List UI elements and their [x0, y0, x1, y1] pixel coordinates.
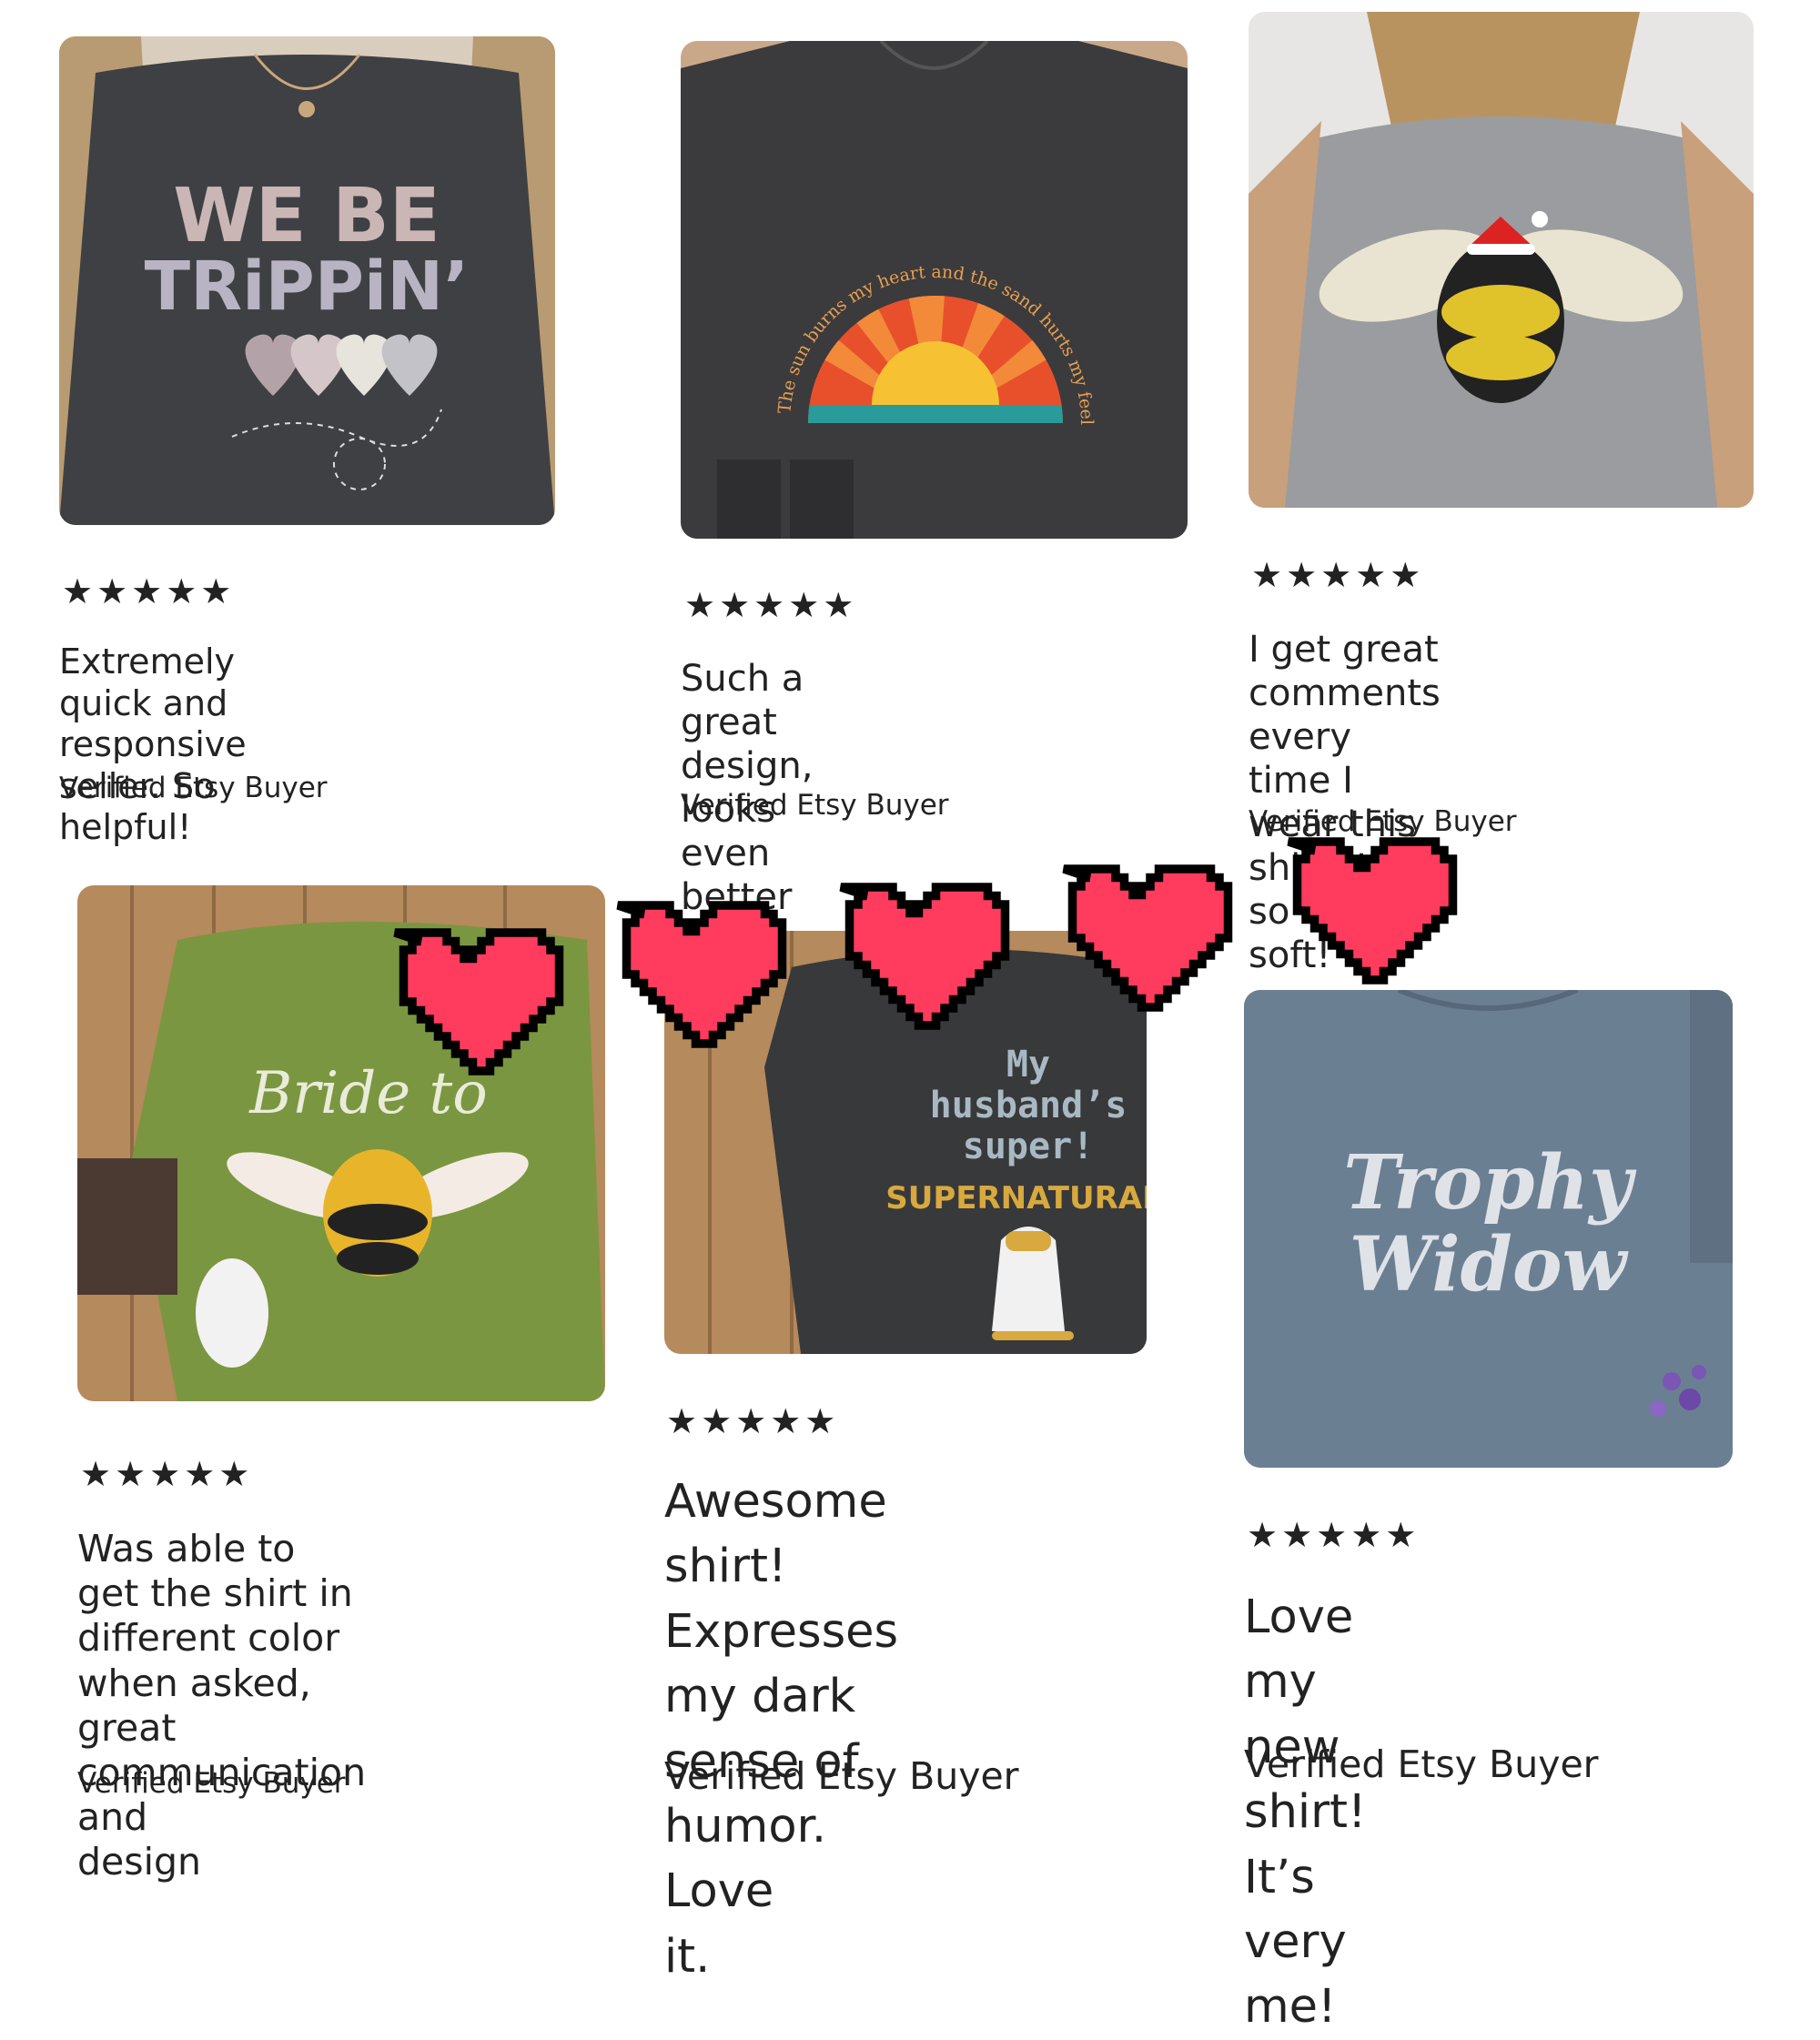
we-be-trippin-shirt-image: WE BE TRiPPiN’: [59, 36, 555, 525]
rating-stars: ★★★★★: [666, 1401, 840, 1441]
review-text: Was able to get the shirt in different c…: [77, 1527, 367, 1884]
review-text: Awesome shirt! Expresses my dark sense o…: [664, 1475, 899, 1984]
rating-stars: ★★★★★: [80, 1454, 254, 1494]
svg-text:My: My: [1006, 1044, 1050, 1086]
svg-text:husband’s: husband’s: [930, 1085, 1127, 1126]
svg-text:Trophy: Trophy: [1343, 1139, 1637, 1227]
buyer-label: Verified Etsy Buyer: [664, 1754, 1019, 1798]
product-photo[interactable]: Bride to: [77, 885, 605, 1401]
buyer-label: Verified Etsy Buyer: [77, 1767, 346, 1800]
svg-text:WE BE: WE BE: [173, 173, 440, 259]
product-photo[interactable]: My husband’s super! SUPERNATURAL: [664, 931, 1147, 1354]
buyer-label: Verified Etsy Buyer: [59, 772, 328, 804]
rating-stars: ★★★★★: [1247, 1515, 1421, 1555]
review-text: I get great comments every time I wear t…: [1249, 629, 1441, 976]
svg-text:TRiPPiN’: TRiPPiN’: [145, 247, 470, 326]
rating-stars: ★★★★★: [684, 585, 858, 625]
buyer-label: Verified Etsy Buyer: [1244, 1742, 1599, 1786]
christmas-bee-shirt-image: [1249, 12, 1754, 508]
product-photo[interactable]: [1249, 12, 1754, 508]
rating-stars: ★★★★★: [62, 571, 236, 611]
trophy-widow-shirt-image: Trophy Widow: [1244, 990, 1733, 1468]
svg-text:Bride to: Bride to: [248, 1060, 488, 1127]
review-text: Extremely quick and responsive seller. S…: [59, 641, 247, 848]
sunset-shirt-image: The sun burns my heart and the sand hurt…: [681, 41, 1188, 539]
svg-text:Widow: Widow: [1350, 1221, 1629, 1308]
svg-text:SUPERNATURAL: SUPERNATURAL: [885, 1180, 1147, 1217]
rating-stars: ★★★★★: [1251, 555, 1425, 595]
review-text: Love my new shirt! It’s very me!: [1244, 1591, 1367, 2035]
supernatural-shirt-image: My husband’s super! SUPERNATURAL: [664, 931, 1147, 1354]
buyer-label: Verified Etsy Buyer: [1249, 805, 1517, 838]
product-photo[interactable]: WE BE TRiPPiN’: [59, 36, 555, 525]
buyer-label: Verified Etsy Buyer: [681, 789, 949, 822]
svg-text:super!: super!: [963, 1126, 1095, 1167]
bride-to-bee-shirt-image: Bride to: [77, 885, 605, 1401]
product-photo[interactable]: The sun burns my heart and the sand hurt…: [681, 41, 1188, 539]
product-photo[interactable]: Trophy Widow: [1244, 990, 1733, 1468]
